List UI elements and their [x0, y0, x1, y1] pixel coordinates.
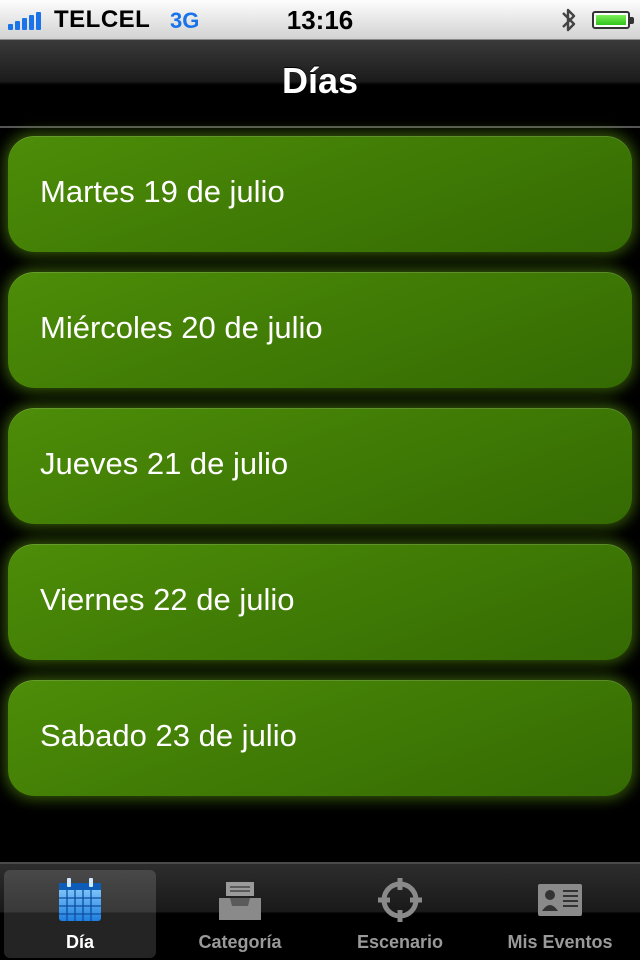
- inbox-tray-icon: [219, 882, 261, 920]
- status-bar: TELCEL 3G 13:16: [0, 0, 640, 40]
- tab-escenario[interactable]: Escenario: [324, 870, 476, 958]
- day-label: Miércoles 20 de julio: [40, 310, 323, 345]
- tab-label: Escenario: [356, 932, 444, 952]
- day-label: Viernes 22 de julio: [40, 582, 295, 617]
- list-item-day-4[interactable]: Viernes 22 de julio: [8, 544, 632, 660]
- calendar-icon: [59, 878, 101, 921]
- tab-dia[interactable]: Día: [4, 870, 156, 958]
- list-item-day-3[interactable]: Jueves 21 de julio: [8, 408, 632, 524]
- crosshair-icon: [378, 878, 422, 922]
- status-time: 13:16: [286, 5, 354, 35]
- tab-mis-eventos[interactable]: Mis Eventos: [484, 870, 636, 958]
- tab-label: Día: [65, 932, 94, 952]
- list-item-day-5[interactable]: Sabado 23 de julio: [8, 680, 632, 796]
- contact-card-icon: [538, 884, 582, 916]
- tab-label: Categoría: [198, 932, 282, 952]
- list-item-day-2[interactable]: Miércoles 20 de julio: [8, 272, 632, 388]
- tab-bar: Día Categoría Escenario Mis Eventos: [0, 862, 640, 960]
- bluetooth-icon: [562, 8, 576, 32]
- day-label: Jueves 21 de julio: [40, 446, 289, 481]
- list-item-day-1[interactable]: Martes 19 de julio: [8, 136, 632, 252]
- day-label: Martes 19 de julio: [40, 174, 285, 209]
- navigation-bar: Días: [0, 40, 640, 128]
- day-label: Sabado 23 de julio: [40, 718, 297, 753]
- page-title: Días: [281, 60, 359, 101]
- battery-icon: [592, 11, 634, 29]
- tab-categoria[interactable]: Categoría: [164, 870, 316, 958]
- tab-label: Mis Eventos: [507, 932, 613, 952]
